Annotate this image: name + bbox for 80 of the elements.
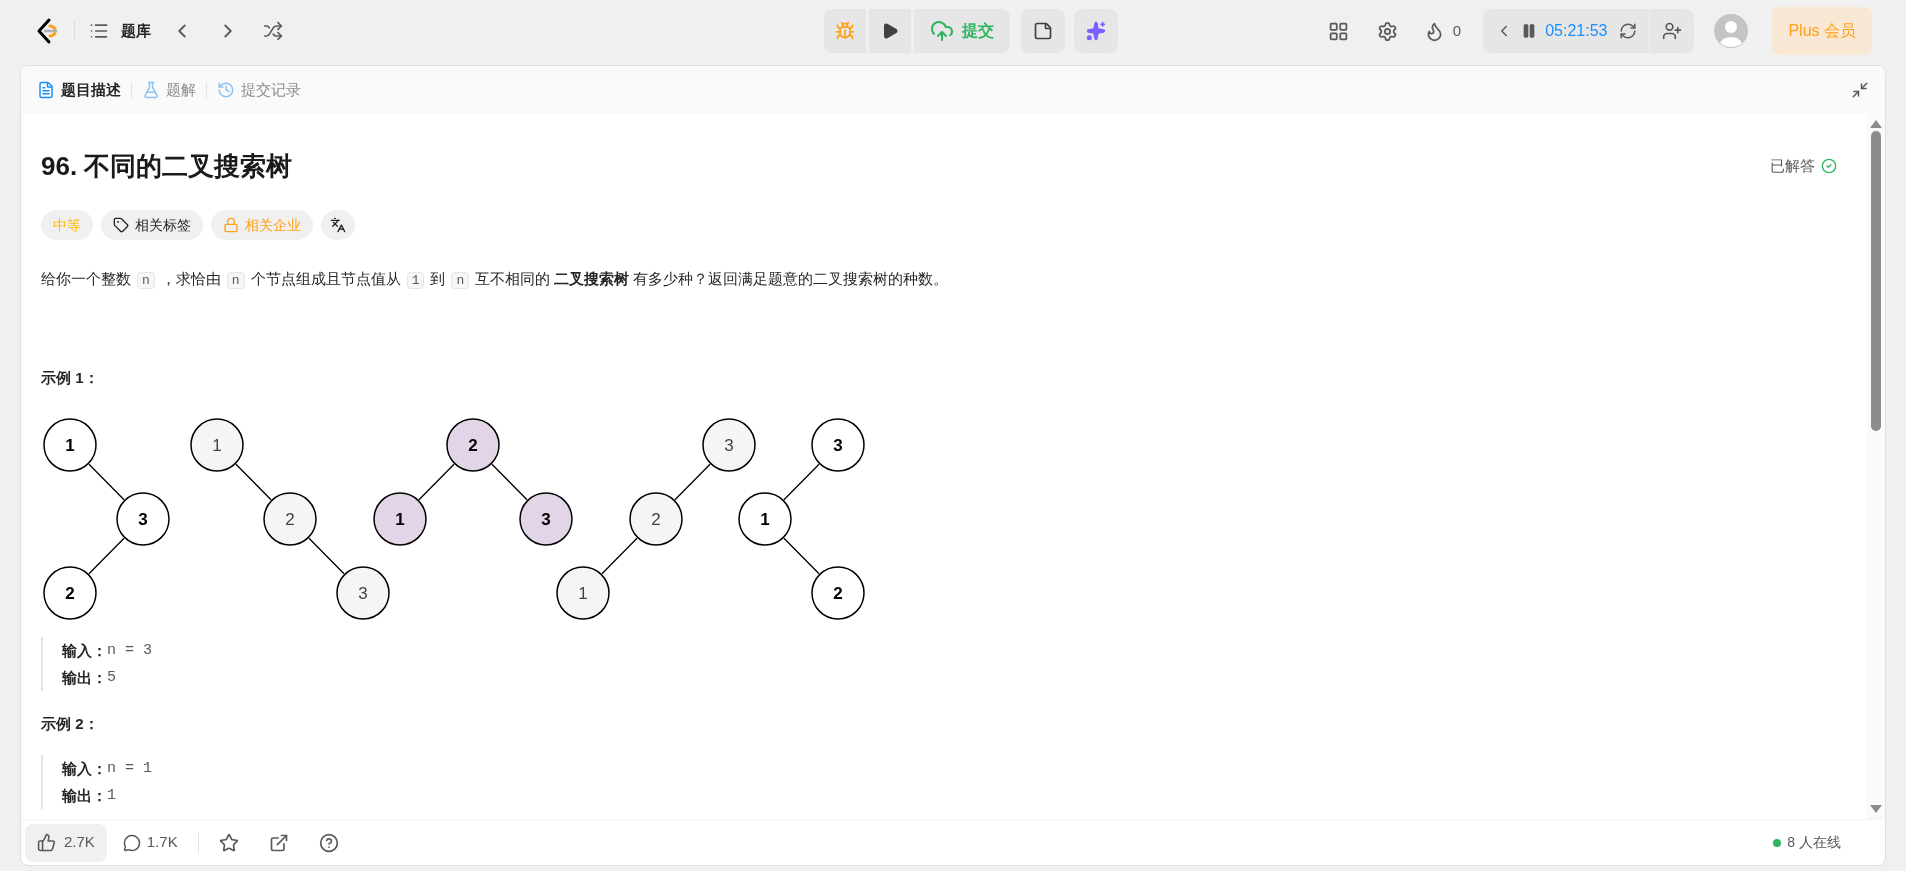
problem-list-button[interactable]: 题库 [89, 19, 151, 43]
tree-edge [308, 537, 345, 574]
output-value: 5 [107, 667, 116, 688]
tree-edge [783, 537, 820, 574]
ai-button[interactable] [1074, 9, 1118, 53]
lock-icon [223, 217, 239, 233]
reset-icon[interactable] [1619, 22, 1638, 40]
input-label: 输入： [62, 759, 107, 779]
output-label: 输出： [62, 786, 107, 806]
star-icon[interactable] [218, 832, 239, 853]
tree-node: 3 [702, 417, 756, 472]
tree-edge [601, 537, 638, 574]
tree-edge [491, 463, 528, 500]
example-heading: 示例 2： [41, 713, 100, 734]
settings-icon[interactable] [1376, 20, 1398, 42]
timer: 05:21:53 [1545, 21, 1608, 41]
tag-icon [113, 217, 129, 233]
tree-node: 1 [190, 417, 244, 472]
solved-status: 已解答 [1770, 155, 1815, 176]
problem-description: 给你一个整数 n ，求恰由 n 个节点组成且节点值从 1 到 n 互不相同的 二叉搜索树 有多少种？返回满足题意的二叉搜索树的种数。 [41, 269, 950, 291]
like-button[interactable]: 2.7K [25, 823, 107, 862]
tree-node: 2 [263, 491, 317, 546]
bug-icon [835, 21, 855, 41]
tree-node: 3 [519, 491, 573, 546]
tree-node: 1 [738, 491, 792, 546]
share-icon[interactable] [268, 832, 289, 853]
tree-node: 2 [811, 565, 865, 620]
input-value: n = 1 [107, 759, 152, 779]
cloud-upload-icon [930, 19, 954, 43]
minimize-icon[interactable] [1851, 81, 1869, 99]
tree-node: 3 [811, 417, 865, 472]
tree-node: 2 [629, 491, 683, 546]
note-button[interactable] [1021, 9, 1065, 53]
topics-tag-button[interactable]: 相关标签 [101, 210, 203, 240]
panel-tab[interactable]: 提交记录 [217, 78, 301, 102]
help-icon[interactable] [318, 832, 339, 853]
problem-title: 96. 不同的二叉搜索树 [41, 150, 293, 182]
document-icon [37, 81, 55, 99]
sparkles-icon [1086, 21, 1106, 41]
scroll-up-icon[interactable] [1870, 120, 1882, 128]
example-heading: 示例 1： [41, 368, 100, 388]
tree-edge [783, 463, 820, 500]
translate-button[interactable] [321, 210, 355, 240]
input-value: n = 3 [107, 640, 152, 661]
translate-icon [330, 217, 346, 233]
scrollbar-thumb[interactable] [1871, 131, 1881, 431]
layout-icon[interactable] [1327, 20, 1349, 42]
history-icon [217, 81, 235, 99]
tree-edge [418, 463, 455, 500]
input-label: 输入： [62, 640, 107, 661]
note-icon [1033, 21, 1053, 41]
tree-node: 1 [43, 417, 97, 472]
flask-icon [142, 81, 160, 99]
shuffle-icon[interactable] [263, 21, 283, 41]
comment-icon [122, 833, 141, 852]
tree-node: 1 [556, 565, 610, 620]
tree-node: 2 [446, 417, 500, 472]
comments-button[interactable]: 1.7K [114, 823, 186, 862]
streak-button[interactable]: 0 [1423, 19, 1462, 43]
tree-node: 2 [43, 565, 97, 620]
output-label: 输出： [62, 667, 107, 688]
thumbs-up-icon [37, 833, 56, 852]
scroll-down-icon[interactable] [1870, 805, 1882, 813]
panel-tab[interactable]: 题解 [142, 78, 196, 102]
tree-edge [674, 463, 711, 500]
add-user-icon[interactable] [1662, 21, 1683, 41]
tree-edge [88, 537, 125, 574]
check-icon [1821, 158, 1837, 174]
tree-edge [235, 463, 272, 500]
panel-tab[interactable]: 题目描述 [37, 78, 121, 102]
difficulty-badge: 中等 [41, 210, 93, 240]
run-button[interactable] [869, 9, 911, 53]
list-icon [89, 21, 109, 41]
tree-node: 3 [336, 565, 390, 620]
play-icon [881, 22, 899, 40]
output-value: 1 [107, 786, 116, 806]
tree-node: 1 [373, 491, 427, 546]
tree-node: 3 [116, 491, 170, 546]
online-count: 8 人在线 [1787, 833, 1841, 852]
tree-edge [88, 463, 125, 500]
